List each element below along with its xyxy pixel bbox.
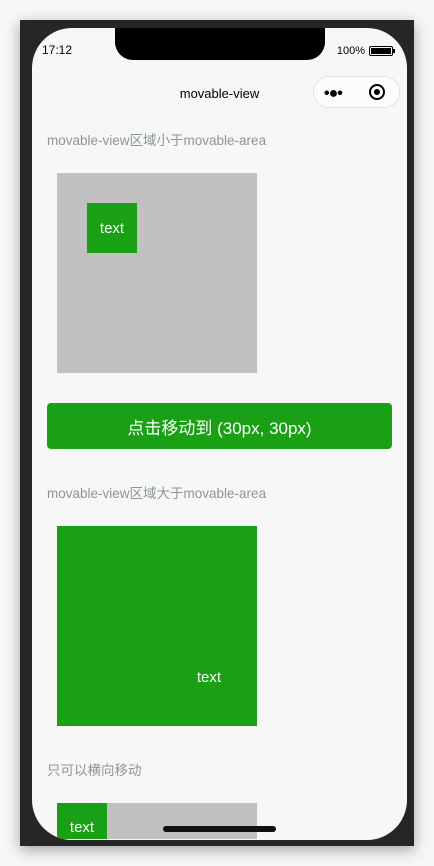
section-label-small: movable-view区域小于movable-area xyxy=(47,133,267,148)
notch xyxy=(115,28,325,60)
section-label-horizontal: 只可以横向移动 xyxy=(47,763,142,778)
movable-area-large: text xyxy=(57,526,257,726)
capsule-menu: •●• xyxy=(313,76,400,108)
section-label-large: movable-view区域大于movable-area xyxy=(47,486,267,501)
movable-view-large[interactable]: text xyxy=(57,526,257,726)
more-dots-icon[interactable]: •●• xyxy=(324,85,343,103)
move-to-button[interactable]: 点击移动到 (30px, 30px) xyxy=(47,403,392,449)
movable-view-small[interactable]: text xyxy=(87,203,137,253)
battery-status: 100% xyxy=(336,45,395,57)
status-time: 17:12 xyxy=(42,43,73,57)
home-indicator xyxy=(163,826,276,832)
movable-view-horizontal[interactable]: text xyxy=(57,803,107,839)
movable-area-horizontal: text xyxy=(57,803,257,839)
movable-area-small: text xyxy=(57,173,257,373)
battery-percent: 100% xyxy=(336,45,365,57)
target-circle-icon[interactable] xyxy=(369,84,385,100)
battery-icon xyxy=(369,46,395,56)
phone-screen: 17:12 100% movable-view •●• movable-view… xyxy=(32,28,407,840)
